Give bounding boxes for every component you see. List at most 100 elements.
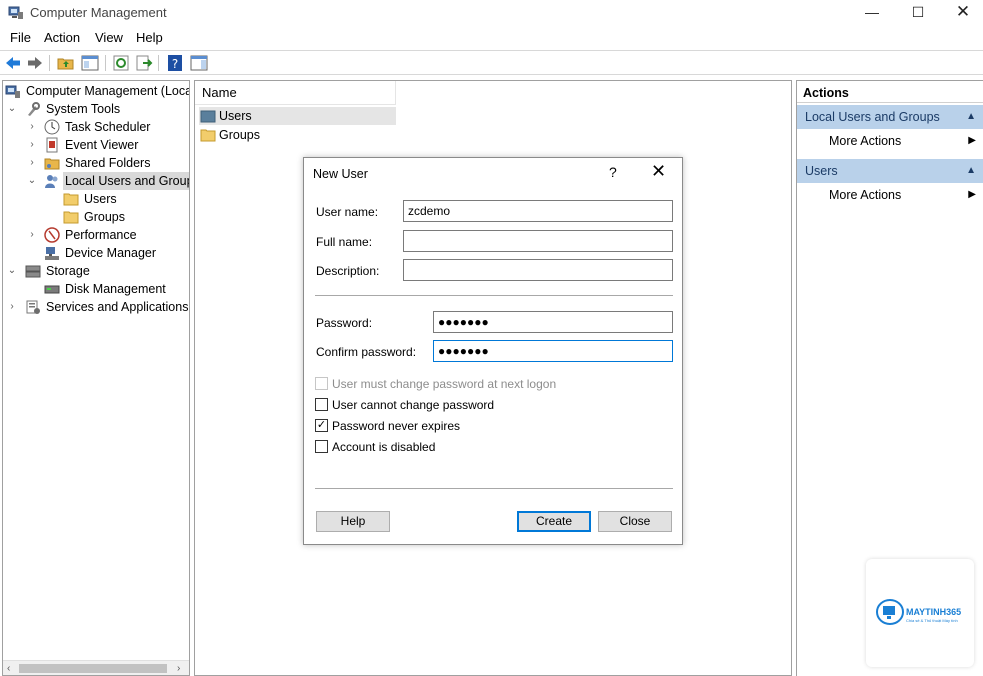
chevron-right-icon[interactable]: › xyxy=(7,298,17,316)
menu-action[interactable]: Action xyxy=(44,30,80,45)
tree-item-label: Shared Folders xyxy=(65,156,151,170)
dialog-close-button[interactable]: ✕ xyxy=(651,161,666,182)
help-book-icon[interactable]: ? xyxy=(166,54,184,72)
fullname-label: Full name: xyxy=(316,235,373,249)
scroll-right-arrow-icon[interactable]: › xyxy=(177,661,180,675)
list-item-users[interactable]: Users xyxy=(199,107,396,125)
chevron-right-icon[interactable]: › xyxy=(27,118,37,136)
watermark-brand: MAYTINH365 xyxy=(906,607,962,617)
tree-item-label: Storage xyxy=(46,264,90,278)
folder-icon xyxy=(200,129,216,142)
tree-item-label: Local Users and Groups xyxy=(63,172,189,190)
device-manager-icon xyxy=(45,247,59,260)
folder-icon xyxy=(63,193,79,206)
chevron-right-icon[interactable]: › xyxy=(27,154,37,172)
export-list-icon[interactable] xyxy=(135,54,153,72)
show-hide-console-tree-icon[interactable] xyxy=(81,54,99,72)
checkbox-label: User cannot change password xyxy=(332,398,495,412)
toolbar: ? xyxy=(0,50,983,75)
password-field[interactable] xyxy=(433,311,673,333)
chevron-down-icon[interactable]: ⌄ xyxy=(7,100,17,118)
clock-icon xyxy=(44,119,60,135)
confirm-password-field[interactable] xyxy=(433,340,673,362)
back-arrow-icon[interactable] xyxy=(4,54,22,72)
dialog-title: New User xyxy=(313,167,368,181)
description-label: Description: xyxy=(316,264,380,278)
svg-text:?: ? xyxy=(172,57,178,71)
actions-title: Actions xyxy=(797,83,983,103)
show-hide-action-pane-icon[interactable] xyxy=(190,54,208,72)
help-button[interactable]: Help xyxy=(316,511,390,532)
users-group-icon xyxy=(45,175,58,188)
watermark-tagline: Chia sẻ & Thủ thuật Máy tính xyxy=(906,618,958,623)
watermark-logo: MAYTINH365 Chia sẻ & Thủ thuật Máy tính xyxy=(866,559,974,667)
console-tree: Computer Management (Local ⌄ System Tool… xyxy=(2,80,190,676)
checkbox[interactable] xyxy=(315,440,328,453)
confirm-password-label: Confirm password: xyxy=(316,345,417,359)
checkbox[interactable] xyxy=(315,398,328,411)
checkbox xyxy=(315,377,328,390)
menu-help[interactable]: Help xyxy=(136,30,163,45)
disk-icon xyxy=(44,285,60,294)
chevron-right-icon[interactable]: › xyxy=(27,136,37,154)
shared-folder-icon xyxy=(44,158,60,170)
section-label: Users xyxy=(805,164,838,178)
tree-item-label: Task Scheduler xyxy=(65,120,151,134)
scroll-left-arrow-icon[interactable]: ‹ xyxy=(7,661,10,675)
collapse-up-icon[interactable]: ▲ xyxy=(966,105,976,129)
list-item-label: Users xyxy=(219,109,252,123)
tools-icon xyxy=(28,102,40,116)
services-icon xyxy=(26,300,40,314)
chevron-down-icon[interactable]: ⌄ xyxy=(27,172,37,190)
maximize-button[interactable]: ☐ xyxy=(895,0,941,26)
more-actions-item[interactable]: More Actions ▶ xyxy=(797,184,983,206)
actions-section-users[interactable]: Users ▲ xyxy=(797,159,983,183)
new-user-dialog: New User ? ✕ User name: Full name: Descr… xyxy=(303,157,683,545)
tree-item-label: Users xyxy=(84,192,117,206)
logo-globe-icon xyxy=(876,599,904,625)
minimize-button[interactable]: — xyxy=(849,0,895,26)
checkbox-checked[interactable]: ✓ xyxy=(315,419,328,432)
storage-icon xyxy=(25,265,41,278)
chevron-down-icon[interactable]: ⌄ xyxy=(7,262,17,280)
create-button[interactable]: Create xyxy=(517,511,591,532)
close-button[interactable]: Close xyxy=(598,511,672,532)
list-item-label: Groups xyxy=(219,128,260,142)
up-folder-icon[interactable] xyxy=(57,54,75,72)
tree-item-label: Event Viewer xyxy=(65,138,139,152)
submenu-arrow-icon: ▶ xyxy=(968,189,976,200)
checkbox-label: User must change password at next logon xyxy=(332,377,557,391)
dialog-help-button[interactable]: ? xyxy=(609,164,617,180)
menu-file[interactable]: File xyxy=(10,30,31,45)
fullname-field[interactable] xyxy=(403,230,673,252)
more-actions-item[interactable]: More Actions ▶ xyxy=(797,130,983,152)
username-field[interactable] xyxy=(403,200,673,222)
chevron-right-icon[interactable]: › xyxy=(27,226,37,244)
menu-bar: File Action View Help xyxy=(0,28,983,48)
username-label: User name: xyxy=(316,205,379,219)
performance-icon xyxy=(44,227,60,243)
submenu-arrow-icon: ▶ xyxy=(968,135,976,146)
forward-arrow-icon[interactable] xyxy=(26,54,44,72)
list-item-groups[interactable]: Groups xyxy=(199,126,396,144)
computer-management-icon xyxy=(8,6,23,19)
horizontal-scrollbar[interactable]: ‹ › xyxy=(3,660,189,675)
collapse-up-icon[interactable]: ▲ xyxy=(966,159,976,183)
menu-view[interactable]: View xyxy=(95,30,123,45)
title-bar: Computer Management — ☐ ✕ xyxy=(0,0,983,26)
tree-item-label: System Tools xyxy=(46,102,121,116)
event-viewer-icon xyxy=(46,137,58,153)
close-window-button[interactable]: ✕ xyxy=(940,0,983,26)
checkbox-label: Account is disabled xyxy=(332,440,436,454)
more-actions-label: More Actions xyxy=(829,188,902,202)
scrollbar-thumb[interactable] xyxy=(19,664,167,673)
actions-section-local-users-and-groups[interactable]: Local Users and Groups ▲ xyxy=(797,105,983,129)
section-label: Local Users and Groups xyxy=(805,110,940,124)
column-header-name[interactable]: Name xyxy=(195,81,396,105)
more-actions-label: More Actions xyxy=(829,134,902,148)
description-field[interactable] xyxy=(403,259,673,281)
window-title: Computer Management xyxy=(30,5,167,20)
tree-item-label: Device Manager xyxy=(65,246,157,260)
folder-icon xyxy=(63,211,79,224)
refresh-icon[interactable] xyxy=(112,54,130,72)
